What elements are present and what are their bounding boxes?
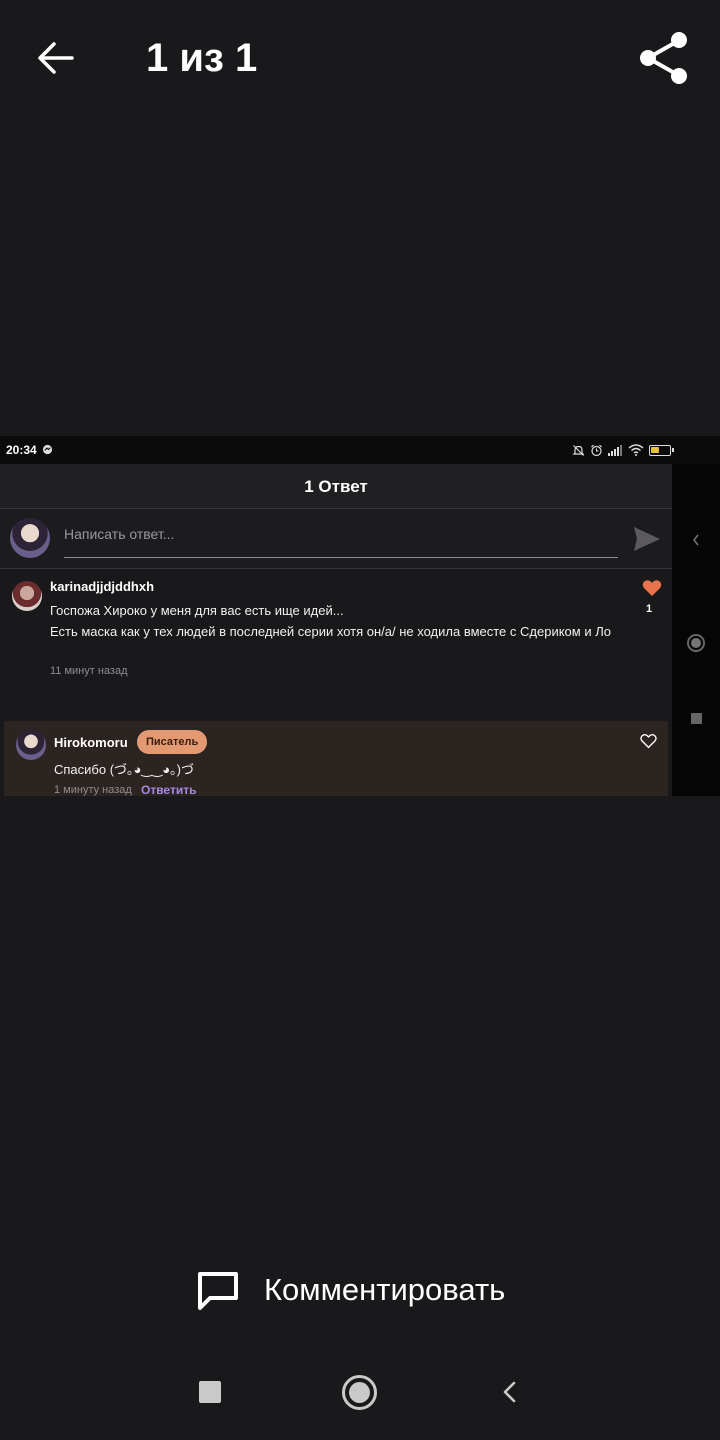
arrow-left-icon [38,42,74,74]
reply-composer: Написать ответ... [0,509,672,569]
mute-bell-icon [572,444,585,456]
reply-item: Hirokomoru Писатель Спасибо (づ｡◕‿‿◕｡)づ 1… [4,721,668,796]
reply-input-placeholder: Написать ответ... [64,526,175,542]
replies-header: 1 Ответ [0,464,672,509]
wifi-icon [628,444,644,456]
reply-text: Спасибо (づ｡◕‿‿◕｡)づ [54,762,194,777]
comment-text-line: Госпожа Хироко у меня для вас есть ище и… [50,603,344,618]
heart-outline-icon[interactable] [640,733,657,749]
back-button[interactable] [32,34,80,82]
recent-square-icon [691,713,702,724]
status-time: 20:34 [6,443,37,457]
replies-title: 1 Ответ [304,477,368,496]
comment-text-line: Есть маска как у тех людей в последней с… [50,623,611,639]
signal-icon [608,445,622,456]
side-nav-panel [672,464,720,796]
comment-time: 11 минут назад [50,665,128,677]
author-badge: Писатель [137,730,208,754]
reply-time: 1 минуту назад [54,784,132,796]
share-icon [640,32,687,84]
battery-level [651,446,659,453]
status-icons [572,443,674,457]
replies-screen: 1 Ответ Написать ответ... karinadjjdjddh… [0,464,672,796]
comment: karinadjjdjddhxh Госпожа Хироко у меня д… [0,569,672,719]
speech-bubble-icon [198,1272,238,1310]
viewer-toolbar: 1 из 1 [0,0,720,116]
avatar[interactable] [16,730,46,760]
comment-text: Госпожа Хироко у меня для вас есть ище и… [50,601,630,642]
avatar[interactable] [12,581,42,611]
alarm-icon [591,444,602,456]
recent-apps-button[interactable] [199,1381,221,1403]
comment-button[interactable]: Комментировать [194,1262,505,1318]
comment-username[interactable]: karinadjjdjddhxh [50,579,154,594]
reply-link[interactable]: Ответить [141,783,196,796]
system-nav-bar [0,1350,720,1440]
home-circle-icon [687,634,705,652]
reply-username[interactable]: Hirokomoru [54,735,128,750]
send-icon[interactable] [632,525,662,553]
reply-input[interactable]: Написать ответ... [64,526,618,558]
like-count: 1 [646,603,653,615]
status-bar: 20:34 [0,436,720,464]
share-button[interactable] [634,28,694,88]
home-button[interactable] [342,1375,377,1410]
back-icon[interactable] [500,1380,518,1404]
avatar [10,518,50,558]
chevron-left-icon [693,534,699,546]
heart-icon[interactable] [642,579,662,597]
comment-button-label: Комментировать [264,1272,506,1307]
image-counter: 1 из 1 [146,36,258,80]
screenshot-image[interactable]: 20:34 1 Ответ Написать ответ... karinadj… [0,436,720,796]
battery-icon [649,444,674,456]
messenger-icon [42,444,53,455]
